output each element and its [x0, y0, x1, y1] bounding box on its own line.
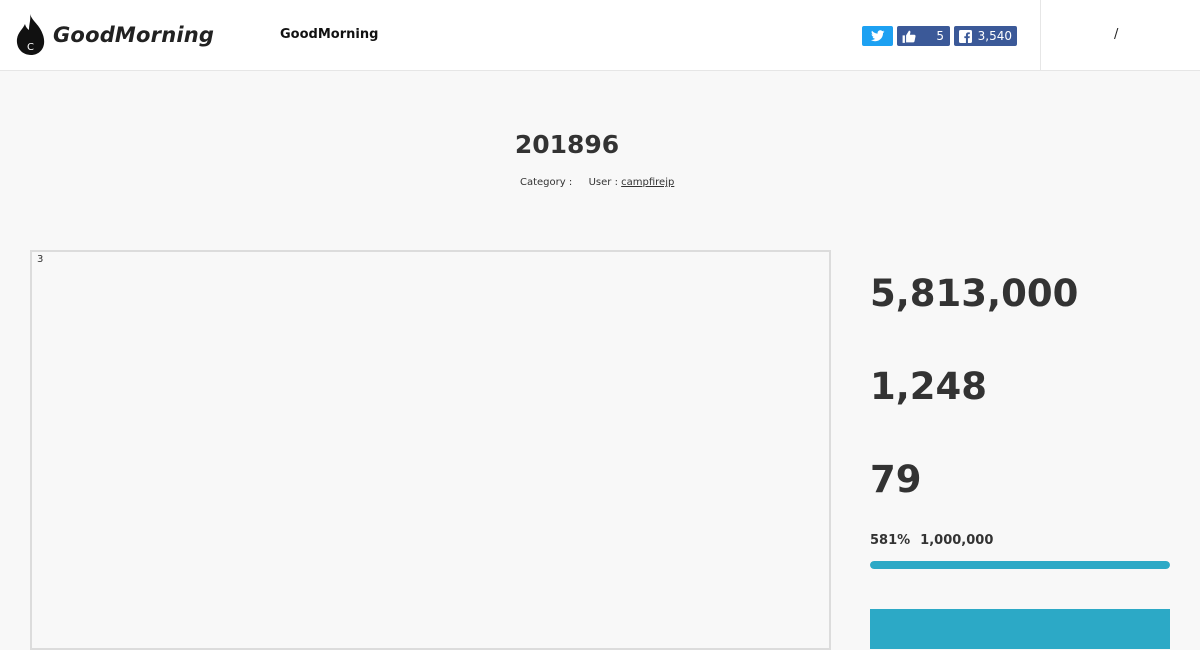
facebook-icon — [959, 29, 972, 43]
facebook-share-button[interactable]: 3,540 — [954, 26, 1017, 46]
header-account-area — [1040, 0, 1200, 70]
project-meta: Category : User : campfirejp — [520, 177, 674, 188]
nav-title-link[interactable]: GoodMorning — [280, 27, 378, 42]
thumbs-up-icon — [902, 30, 916, 43]
image-counter: 3 — [37, 254, 44, 265]
logo-letter: C — [27, 42, 34, 53]
goal-amount: 1,000,000 — [920, 533, 994, 548]
progress-summary: 581% 1,000,000 — [870, 533, 993, 548]
twitter-icon — [870, 30, 884, 42]
user-label: User : — [588, 177, 618, 188]
site-header: C GoodMorning GoodMorning 5 3,540 / — [0, 0, 1200, 71]
brand-name: GoodMorning — [53, 22, 215, 47]
user-link[interactable]: campfirejp — [621, 177, 674, 188]
funding-progress-bar — [870, 561, 1170, 569]
days-remaining: 79 — [870, 458, 922, 501]
project-title: 201896 — [514, 130, 620, 159]
twitter-share-button[interactable] — [862, 26, 893, 46]
funded-amount: 5,813,000 — [870, 272, 1079, 315]
facebook-share-count: 3,540 — [977, 29, 1012, 43]
account-links-separator: / — [1114, 27, 1119, 42]
flame-logo-icon: C — [16, 14, 45, 55]
site-logo[interactable]: C GoodMorning — [16, 13, 214, 56]
support-project-button[interactable] — [870, 609, 1170, 649]
progress-percent: 581% — [870, 533, 911, 548]
like-button[interactable]: 5 — [897, 26, 950, 46]
social-buttons: 5 3,540 — [862, 26, 1017, 46]
like-count: 5 — [936, 29, 944, 43]
project-image-slider[interactable]: 3 — [30, 250, 831, 650]
supporter-count: 1,248 — [870, 365, 988, 408]
funding-progress-fill — [870, 561, 1170, 569]
category-label: Category : — [520, 177, 573, 188]
